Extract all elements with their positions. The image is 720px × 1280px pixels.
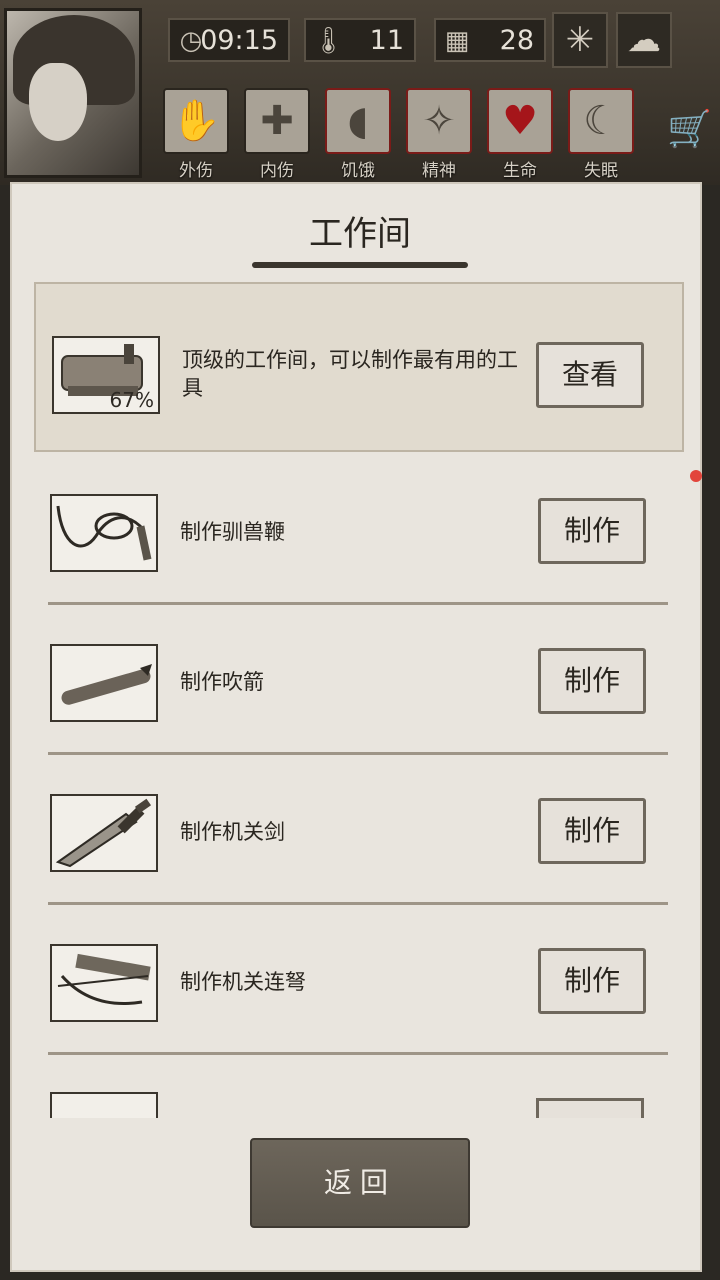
craft-button[interactable]: 制作 <box>538 948 646 1014</box>
status-life[interactable]: ♥ 生命 <box>484 88 556 181</box>
status-label: 失眠 <box>584 161 618 181</box>
notification-dot <box>690 470 702 482</box>
row-divider <box>48 752 668 755</box>
craft-button[interactable]: 制作 <box>538 648 646 714</box>
calendar-icon: ▦ <box>444 26 470 56</box>
face-shape <box>29 63 87 141</box>
heart-icon: ♥ <box>487 88 553 154</box>
status-label: 外伤 <box>179 161 213 181</box>
featured-workshop-row: 67% 顶级的工作间，可以制作最有用的工具 查看 <box>34 282 684 452</box>
crossbow-icon <box>50 944 158 1022</box>
list-item: 制作吹箭 制作 <box>48 622 668 732</box>
day-display: ▦ 28 <box>434 18 546 62</box>
time-display: ◷ 09:15 <box>168 18 290 62</box>
item-label: 制作机关剑 <box>180 820 285 844</box>
moon-star-icon: ☾ <box>568 88 634 154</box>
stomach-icon: ◖ <box>325 88 391 154</box>
character-portrait[interactable] <box>4 8 142 178</box>
workbench-icon: 67% <box>52 336 160 414</box>
sword-icon <box>50 794 158 872</box>
cart-icon[interactable]: 🛒 <box>667 108 712 150</box>
view-button[interactable]: 查看 <box>536 342 644 408</box>
status-label: 内伤 <box>260 161 294 181</box>
whip-icon <box>50 494 158 572</box>
list-item: 制作机关连弩 制作 <box>48 922 668 1032</box>
row-divider <box>48 1052 668 1055</box>
status-insomnia[interactable]: ☾ 失眠 <box>565 88 637 181</box>
leaf-icon: ✳ <box>565 20 595 60</box>
craft-button[interactable]: 制作 <box>538 498 646 564</box>
status-label: 精神 <box>422 161 456 181</box>
progress-text: 67% <box>109 388 154 412</box>
title-underline <box>252 262 468 268</box>
day-value: 28 <box>499 25 534 56</box>
rain-cloud-icon: ☁ <box>627 20 661 60</box>
status-label: 饥饿 <box>341 161 375 181</box>
status-label: 生命 <box>503 161 537 181</box>
page-title: 工作间 <box>309 214 411 254</box>
status-hunger[interactable]: ◖ 饥饿 <box>322 88 394 181</box>
thermometer-icon: 🌡 <box>312 26 346 56</box>
status-spirit[interactable]: ✧ 精神 <box>403 88 475 181</box>
hand-bandage-icon: ✋ <box>163 88 229 154</box>
craft-button[interactable]: 制作 <box>538 798 646 864</box>
item-label: 制作驯兽鞭 <box>180 520 285 544</box>
item-label: 制作机关连弩 <box>180 970 306 994</box>
head-sparkle-icon: ✧ <box>406 88 472 154</box>
status-external-injury[interactable]: ✋ 外伤 <box>160 88 232 181</box>
temperature-display: 🌡 11 <box>304 18 416 62</box>
blowgun-icon <box>50 644 158 722</box>
list-item: 制作机关剑 制作 <box>48 772 668 882</box>
time-value: 09:15 <box>200 25 278 56</box>
partial-craft-button[interactable] <box>536 1098 644 1118</box>
row-divider <box>48 602 668 605</box>
row-divider <box>48 902 668 905</box>
list-item: 制作驯兽鞭 制作 <box>48 472 668 582</box>
back-button[interactable]: 返回 <box>250 1138 470 1228</box>
item-label: 制作吹箭 <box>180 670 264 694</box>
leaf-button[interactable]: ✳ <box>552 12 608 68</box>
featured-description: 顶级的工作间，可以制作最有用的工具 <box>182 348 518 400</box>
cross-icon: ✚ <box>244 88 310 154</box>
partial-item-icon <box>50 1092 158 1118</box>
weather-button[interactable]: ☁ <box>616 12 672 68</box>
temperature-value: 11 <box>369 25 404 56</box>
status-internal-injury[interactable]: ✚ 内伤 <box>241 88 313 181</box>
